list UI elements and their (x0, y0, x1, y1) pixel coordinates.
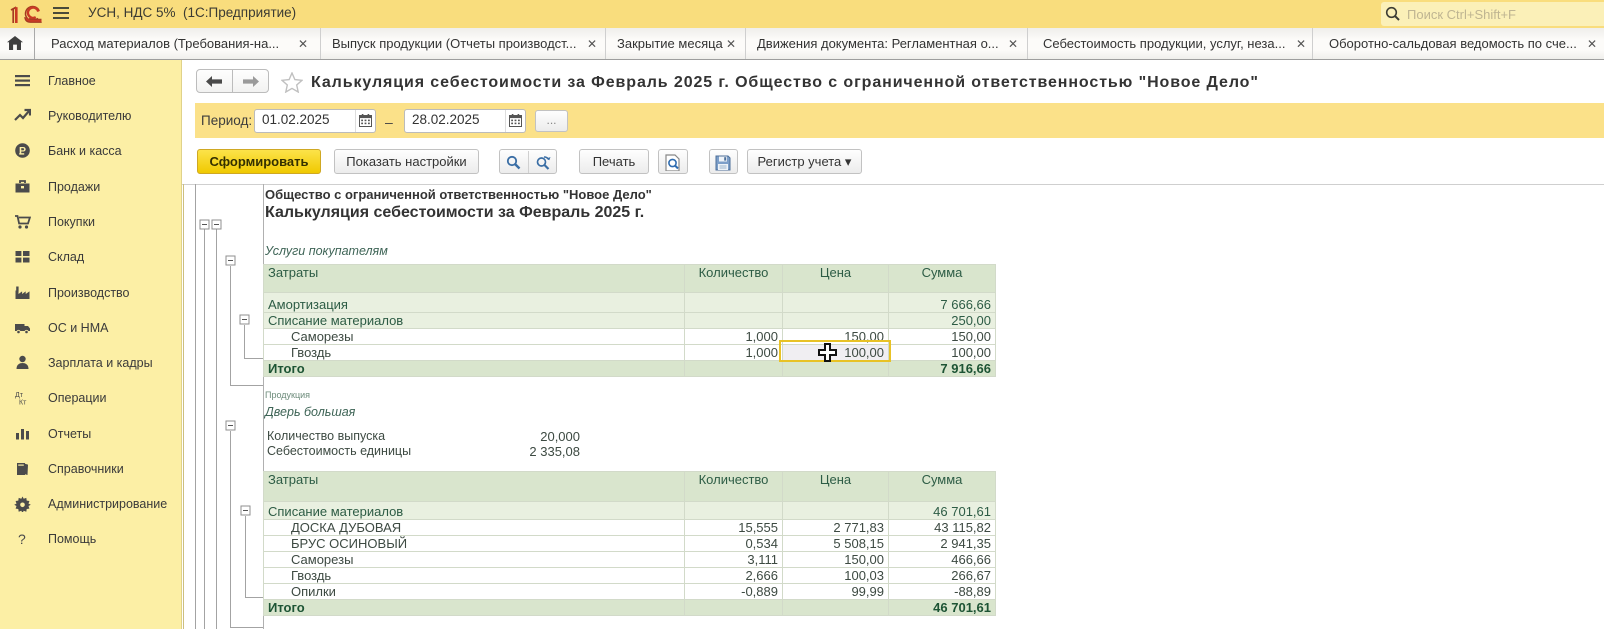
svg-text:Кт: Кт (19, 400, 27, 407)
svg-text:Дт: Дт (15, 392, 24, 399)
svg-text:?: ? (18, 531, 26, 547)
svg-text:Р: Р (19, 145, 26, 157)
